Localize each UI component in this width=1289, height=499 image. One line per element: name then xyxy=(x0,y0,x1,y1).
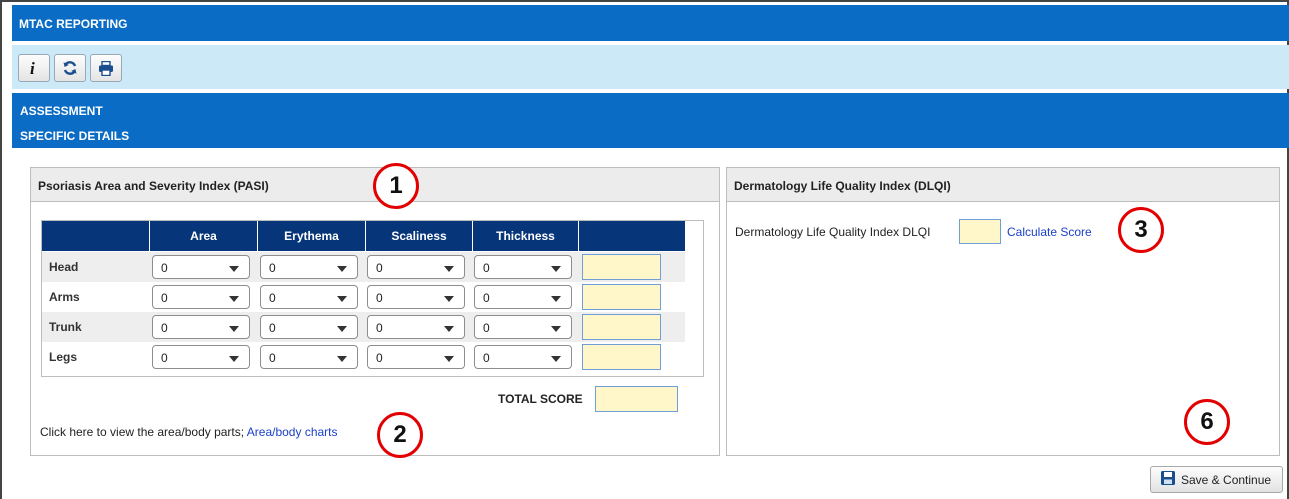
head-area-select[interactable]: 0 xyxy=(152,255,250,279)
table-row-arms: Arms 0 0 0 0 xyxy=(42,282,685,312)
app-title-bar: MTAC REPORTING xyxy=(12,5,1289,41)
trunk-scaliness-select[interactable]: 0 xyxy=(367,315,465,339)
chevron-down-icon xyxy=(229,356,239,362)
chevron-down-icon xyxy=(551,296,561,302)
chevron-down-icon xyxy=(337,356,347,362)
table-row-legs: Legs 0 0 0 0 xyxy=(42,342,685,372)
column-header-thickness: Thickness xyxy=(472,221,578,251)
select-value: 0 xyxy=(376,261,383,275)
total-score-label: TOTAL SCORE xyxy=(498,392,583,406)
annotation-badge-2: 2 xyxy=(377,412,423,458)
row-label-arms: Arms xyxy=(49,290,80,304)
row-label-legs: Legs xyxy=(49,350,78,364)
save-continue-button[interactable]: Save & Continue xyxy=(1150,466,1283,493)
column-header-area: Area xyxy=(149,221,257,251)
select-value: 0 xyxy=(161,321,168,335)
select-value: 0 xyxy=(483,351,490,365)
head-scaliness-select[interactable]: 0 xyxy=(367,255,465,279)
select-value: 0 xyxy=(269,351,276,365)
chevron-down-icon xyxy=(551,356,561,362)
trunk-erythema-select[interactable]: 0 xyxy=(260,315,358,339)
section-header: ASSESSMENT SPECIFIC DETAILS xyxy=(12,93,1289,148)
print-button[interactable] xyxy=(90,54,122,82)
chevron-down-icon xyxy=(337,296,347,302)
arms-erythema-select[interactable]: 0 xyxy=(260,285,358,309)
trunk-thickness-select[interactable]: 0 xyxy=(474,315,572,339)
hint-text: Click here to view the area/body parts; xyxy=(40,425,245,439)
select-value: 0 xyxy=(483,261,490,275)
annotation-badge-6: 6 xyxy=(1184,399,1230,445)
app-title: MTAC REPORTING xyxy=(19,17,128,31)
select-value: 0 xyxy=(161,261,168,275)
chevron-down-icon xyxy=(229,296,239,302)
select-value: 0 xyxy=(376,351,383,365)
chevron-down-icon xyxy=(444,296,454,302)
chevron-down-icon xyxy=(551,326,561,332)
assessment-heading: ASSESSMENT xyxy=(20,104,103,118)
select-value: 0 xyxy=(269,261,276,275)
column-header-erythema: Erythema xyxy=(257,221,365,251)
print-icon xyxy=(98,60,114,76)
select-value: 0 xyxy=(376,291,383,305)
chevron-down-icon xyxy=(229,266,239,272)
select-value: 0 xyxy=(483,321,490,335)
arms-thickness-select[interactable]: 0 xyxy=(474,285,572,309)
arms-score-field[interactable] xyxy=(582,284,661,310)
pasi-table: Area Erythema Scaliness Thickness Head 0… xyxy=(41,220,704,377)
legs-scaliness-select[interactable]: 0 xyxy=(367,345,465,369)
pasi-panel: Psoriasis Area and Severity Index (PASI)… xyxy=(30,167,720,456)
calculate-score-link[interactable]: Calculate Score xyxy=(1007,225,1092,239)
row-label-head: Head xyxy=(49,260,79,274)
legs-area-select[interactable]: 0 xyxy=(152,345,250,369)
chevron-down-icon xyxy=(337,326,347,332)
legs-erythema-select[interactable]: 0 xyxy=(260,345,358,369)
toolbar: i xyxy=(12,45,1289,89)
pasi-table-header: Area Erythema Scaliness Thickness xyxy=(42,221,685,251)
row-label-trunk: Trunk xyxy=(49,320,82,334)
select-value: 0 xyxy=(269,291,276,305)
info-icon: i xyxy=(27,60,41,76)
legs-thickness-select[interactable]: 0 xyxy=(474,345,572,369)
trunk-area-select[interactable]: 0 xyxy=(152,315,250,339)
select-value: 0 xyxy=(376,321,383,335)
chevron-down-icon xyxy=(444,326,454,332)
select-value: 0 xyxy=(483,291,490,305)
refresh-icon xyxy=(62,60,78,76)
refresh-button[interactable] xyxy=(54,54,86,82)
column-header-scaliness: Scaliness xyxy=(365,221,472,251)
save-continue-label: Save & Continue xyxy=(1181,472,1272,487)
arms-scaliness-select[interactable]: 0 xyxy=(367,285,465,309)
chevron-down-icon xyxy=(229,326,239,332)
column-header-score xyxy=(578,221,685,251)
dlqi-field-label: Dermatology Life Quality Index DLQI xyxy=(735,225,931,239)
specific-details-heading: SPECIFIC DETAILS xyxy=(20,129,130,143)
total-score-field[interactable] xyxy=(595,386,678,412)
select-value: 0 xyxy=(161,351,168,365)
annotation-badge-3: 3 xyxy=(1118,207,1164,253)
arms-area-select[interactable]: 0 xyxy=(152,285,250,309)
save-icon xyxy=(1160,470,1181,489)
svg-text:i: i xyxy=(30,60,35,76)
legs-score-field[interactable] xyxy=(582,344,661,370)
head-thickness-select[interactable]: 0 xyxy=(474,255,572,279)
head-score-field[interactable] xyxy=(582,254,661,280)
chevron-down-icon xyxy=(444,266,454,272)
dlqi-score-field[interactable] xyxy=(959,219,1001,244)
chevron-down-icon xyxy=(337,266,347,272)
select-value: 0 xyxy=(161,291,168,305)
info-button[interactable]: i xyxy=(18,54,50,82)
table-row-head: Head 0 0 0 0 xyxy=(42,252,685,282)
chevron-down-icon xyxy=(551,266,561,272)
table-row-trunk: Trunk 0 0 0 0 xyxy=(42,312,685,342)
area-charts-hint: Click here to view the area/body parts; … xyxy=(40,425,338,439)
trunk-score-field[interactable] xyxy=(582,314,661,340)
chevron-down-icon xyxy=(444,356,454,362)
area-body-charts-link[interactable]: Area/body charts xyxy=(247,425,338,439)
annotation-badge-1: 1 xyxy=(373,163,419,209)
head-erythema-select[interactable]: 0 xyxy=(260,255,358,279)
dlqi-panel-header: Dermatology Life Quality Index (DLQI) xyxy=(727,168,1279,202)
select-value: 0 xyxy=(269,321,276,335)
